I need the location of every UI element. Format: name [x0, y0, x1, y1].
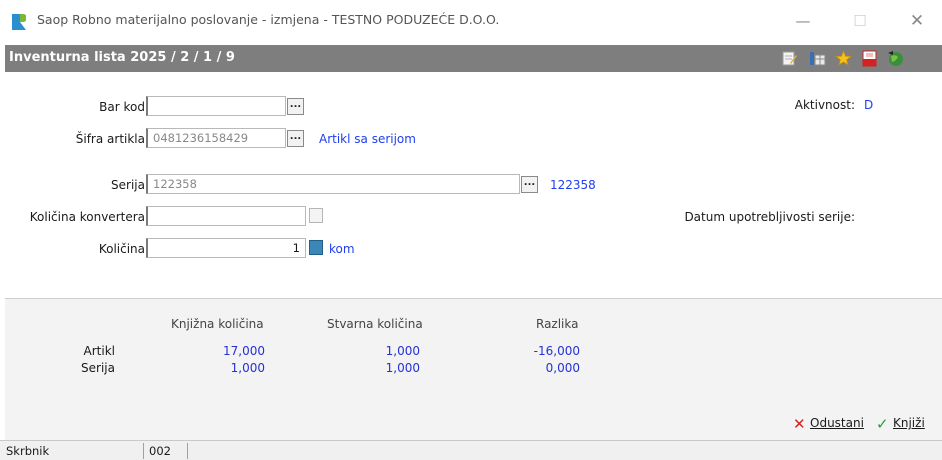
- serija-razlika-value: 0,000: [545, 361, 580, 375]
- edit-note-icon[interactable]: [781, 50, 798, 67]
- serija-row-label: Serija: [81, 361, 115, 375]
- close-button[interactable]: ✕: [902, 10, 932, 32]
- cancel-button[interactable]: ✕ Odustani: [793, 415, 864, 433]
- kolicina-label: Količina: [98, 242, 145, 256]
- checkmark-icon: ✓: [876, 415, 889, 433]
- artikl-stvarna-value: 1,000: [385, 344, 420, 358]
- action-footer: ✕ Odustani ✓ Knjiži: [5, 401, 942, 440]
- artikl-serija-note: Artikl sa serijom: [319, 132, 416, 146]
- calculator-icon: [309, 208, 323, 223]
- serija-lookup-button[interactable]: ...: [521, 176, 538, 193]
- bar-kod-label: Bar kod: [99, 100, 145, 114]
- status-bar: Skrbnik 002: [0, 440, 942, 460]
- serija-stvarna-value: 1,000: [385, 361, 420, 375]
- kolicina-konvertera-input[interactable]: [146, 206, 306, 226]
- status-code: 002: [149, 444, 171, 458]
- serija-label: Serija: [111, 178, 145, 192]
- globe-icon[interactable]: [887, 50, 904, 67]
- artikl-knjizna-value: 17,000: [223, 344, 265, 358]
- cancel-x-icon: ✕: [793, 415, 806, 433]
- cancel-button-label: Odustani: [810, 416, 864, 430]
- book-button[interactable]: ✓ Knjiži: [876, 415, 925, 433]
- status-user: Skrbnik: [6, 444, 50, 458]
- maximize-button[interactable]: ☐: [845, 10, 875, 32]
- serija-knjizna-value: 1,000: [230, 361, 265, 375]
- book-button-label: Knjiži: [893, 416, 925, 430]
- kolicina-unit: kom: [329, 242, 355, 256]
- pdf-icon[interactable]: [861, 50, 878, 67]
- stvarna-kolicina-header: Stvarna količina: [327, 317, 423, 331]
- window-titlebar: Saop Robno materijalno poslovanje - izmj…: [0, 0, 942, 40]
- kolicina-input[interactable]: 1: [146, 238, 306, 258]
- columns-icon[interactable]: [809, 50, 826, 67]
- artikl-row-label: Artikl: [83, 344, 115, 358]
- razlika-header: Razlika: [536, 317, 579, 331]
- serija-input[interactable]: 122358: [146, 174, 520, 194]
- minimize-button[interactable]: —: [788, 10, 818, 32]
- artikl-razlika-value: -16,000: [533, 344, 580, 358]
- bar-kod-input[interactable]: [146, 96, 286, 116]
- stock-summary: Knjižna količina Stvarna količina Razlik…: [5, 299, 942, 401]
- sifra-artikla-input[interactable]: 0481236158429: [146, 128, 286, 148]
- kolicina-konvertera-label: Količina konvertera: [29, 210, 145, 224]
- datum-upotrebljivosti-label: Datum upotrebljivosti serije:: [684, 210, 855, 224]
- bar-kod-lookup-button[interactable]: ...: [287, 98, 304, 115]
- sifra-artikla-label: Šifra artikla: [75, 132, 145, 146]
- document-title: Inventurna lista 2025 / 2 / 1 / 9: [9, 50, 235, 65]
- knjizna-kolicina-header: Knjižna količina: [171, 317, 264, 331]
- status-separator: [143, 443, 144, 459]
- aktivnost-label: Aktivnost:: [794, 98, 855, 112]
- aktivnost-value: D: [864, 98, 874, 112]
- star-icon[interactable]: [835, 50, 852, 67]
- calculator-icon[interactable]: [309, 240, 323, 255]
- article-form: Bar kod ... Šifra artikla 0481236158429 …: [5, 72, 942, 297]
- app-logo-icon: [12, 14, 26, 30]
- serija-note: 122358: [550, 178, 596, 192]
- status-separator: [187, 443, 188, 459]
- document-header: Inventurna lista 2025 / 2 / 1 / 9: [5, 45, 942, 72]
- window-title: Saop Robno materijalno poslovanje - izmj…: [37, 12, 500, 27]
- sifra-artikla-lookup-button[interactable]: ...: [287, 130, 304, 147]
